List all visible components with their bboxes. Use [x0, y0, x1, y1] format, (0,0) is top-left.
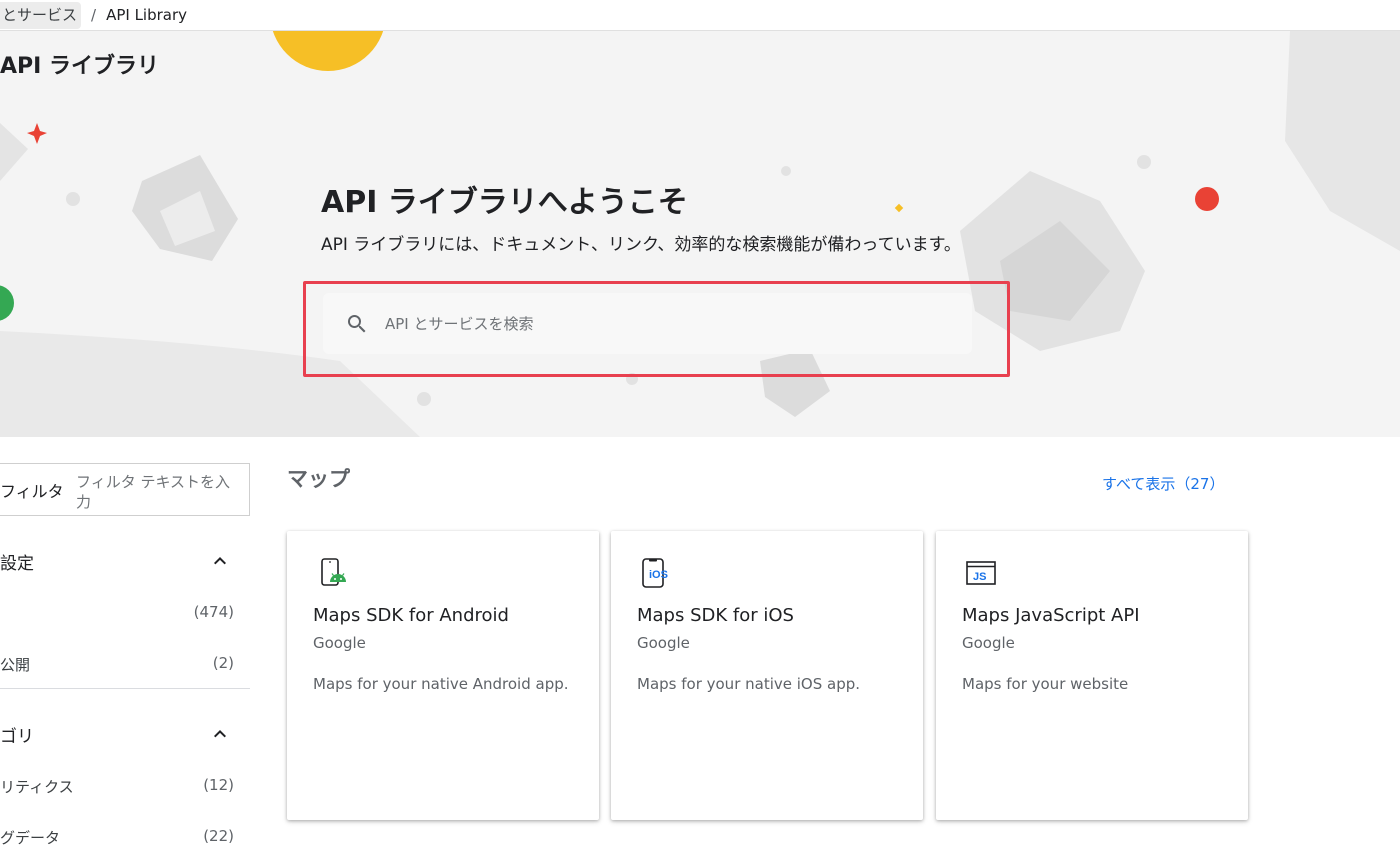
- sidebar-facet-item[interactable]: リティクス (12): [0, 776, 250, 797]
- facet-count: (22): [203, 827, 234, 845]
- api-card[interactable]: JS Maps JavaScript API Google Maps for y…: [936, 531, 1248, 820]
- hero-subtitle: API ライブラリには、ドキュメント、リンク、効率的な検索機能が備わっています。: [321, 235, 961, 255]
- filter-label: フィルタ: [0, 481, 64, 501]
- android-phone-icon: [321, 558, 346, 586]
- sidebar-facet-item[interactable]: (474): [0, 603, 250, 621]
- search-highlight-frame: [303, 281, 1010, 377]
- filter-input[interactable]: [76, 467, 236, 512]
- facet-count: (2): [212, 654, 234, 672]
- facet-label: 公開: [0, 656, 31, 674]
- facet-label: リティクス: [0, 778, 74, 796]
- facet-label: グデータ: [0, 829, 61, 847]
- sidebar-section-title: 設定: [0, 553, 34, 574]
- chevron-up-icon[interactable]: [208, 722, 232, 746]
- card-vendor: Google: [637, 634, 690, 652]
- hero-title: API ライブラリへようこそ: [321, 185, 688, 220]
- card-title: Maps JavaScript API: [962, 605, 1140, 626]
- sidebar-facet-item[interactable]: グデータ (22): [0, 827, 250, 848]
- sidebar-facet-item[interactable]: 公開 (2): [0, 654, 250, 675]
- svg-text:iOS: iOS: [649, 569, 668, 581]
- card-title: Maps SDK for Android: [313, 605, 509, 626]
- search-icon: [348, 314, 366, 332]
- section-title: マップ: [287, 467, 350, 491]
- api-card[interactable]: Maps SDK for Android Google Maps for you…: [287, 531, 599, 820]
- hero-banner: API ライブラリ API ライブラリへようこそ API ライブラリには、ドキュ…: [0, 31, 1400, 437]
- breadcrumb-current: API Library: [106, 6, 188, 24]
- breadcrumb-previous-link[interactable]: とサービス: [0, 1, 82, 29]
- page-title: API ライブラリ: [0, 54, 159, 79]
- card-title: Maps SDK for iOS: [637, 605, 794, 626]
- sidebar-section-header[interactable]: 設定: [0, 546, 250, 576]
- breadcrumb-separator: /: [91, 6, 97, 24]
- svg-text:JS: JS: [973, 571, 986, 583]
- card-vendor: Google: [313, 634, 366, 652]
- chevron-up-icon[interactable]: [208, 549, 232, 573]
- ios-icon: iOS: [642, 558, 668, 588]
- search-box[interactable]: [323, 293, 972, 354]
- javascript-icon: JS: [966, 561, 996, 585]
- view-all-link[interactable]: すべて表示（27）: [1102, 473, 1224, 494]
- card-description: Maps for your native iOS app.: [637, 675, 861, 693]
- card-description: Maps for your native Android app.: [313, 675, 569, 693]
- search-input[interactable]: [385, 314, 945, 333]
- sidebar-section-title: ゴリ: [0, 726, 34, 747]
- sidebar-section-header[interactable]: ゴリ: [0, 719, 250, 749]
- card-vendor: Google: [962, 634, 1015, 652]
- filter-box: フィルタ: [0, 463, 250, 516]
- api-card[interactable]: iOS Maps SDK for iOS Google Maps for you…: [611, 531, 923, 820]
- facet-count: (474): [193, 603, 234, 621]
- card-description: Maps for your website: [962, 675, 1129, 693]
- breadcrumb: とサービス / API Library: [0, 0, 1400, 31]
- facet-count: (12): [203, 776, 234, 794]
- sidebar-divider: [0, 688, 250, 689]
